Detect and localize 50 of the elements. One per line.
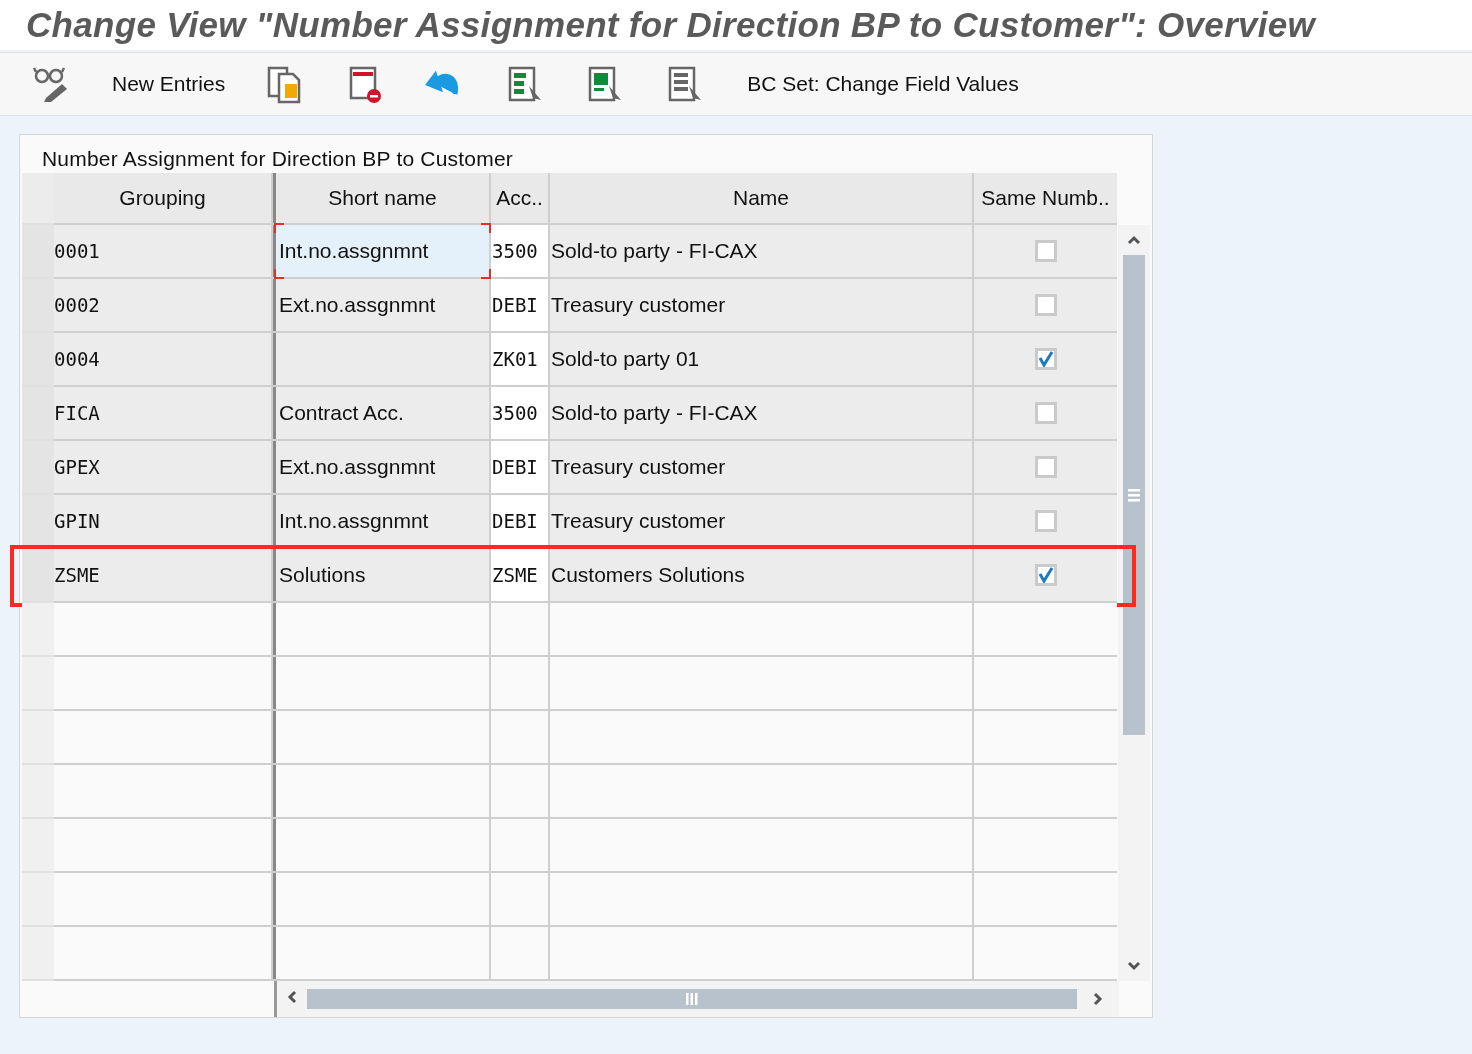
window-title: Change View "Number Assignment for Direction BP to Customer": Overview <box>26 5 1316 45</box>
column-header[interactable]: Short name <box>276 173 491 225</box>
table-cell[interactable]: Solutions <box>276 549 491 603</box>
table-cell: Treasury customer <box>550 441 974 495</box>
table-cell: Sold-to party - FI-CAX <box>550 387 974 441</box>
table-cell: 0002 <box>54 279 273 333</box>
checkbox[interactable] <box>1034 402 1057 424</box>
table-cell: GPEX <box>54 441 273 495</box>
grip-icon <box>1128 488 1140 502</box>
table-cell: 0004 <box>54 333 273 387</box>
checkbox[interactable] <box>1034 456 1057 478</box>
table-cell[interactable]: Int.no.assgnmnt <box>276 225 491 279</box>
table-cell[interactable]: 3500 <box>491 225 550 279</box>
column-header[interactable]: Grouping <box>54 173 273 225</box>
column-header[interactable]: Name <box>550 173 974 225</box>
scrollbar-thumb[interactable] <box>1123 255 1145 735</box>
table-cell: Sold-to party - FI-CAX <box>550 225 974 279</box>
header-corner <box>22 173 54 225</box>
checkbox[interactable] <box>1034 240 1057 262</box>
scrollbar-thumb[interactable] <box>307 989 1077 1009</box>
scroll-down-icon[interactable] <box>1127 959 1141 973</box>
scroll-up-icon[interactable] <box>1127 233 1141 247</box>
table-cell[interactable]: ZK01 <box>491 333 550 387</box>
table-cell[interactable]: Ext.no.assgnmnt <box>276 441 491 495</box>
column-header[interactable]: Same Numb.. <box>974 173 1117 225</box>
checkbox[interactable] <box>1034 348 1057 370</box>
table-cell[interactable] <box>276 333 491 387</box>
table-cell: Sold-to party 01 <box>550 333 974 387</box>
checkbox[interactable] <box>1034 294 1057 316</box>
scroll-left-icon[interactable] <box>285 990 299 1004</box>
table-cell[interactable]: ZSME <box>491 549 550 603</box>
table-cell[interactable]: DEBI <box>491 279 550 333</box>
table-cell: ZSME <box>54 549 273 603</box>
table-cell[interactable]: Ext.no.assgnmnt <box>276 279 491 333</box>
table-title: Number Assignment for Direction BP to Customer <box>42 147 513 171</box>
horizontal-scrollbar[interactable] <box>274 981 1119 1017</box>
bc-set-button[interactable]: BC Set: Change Field Values <box>739 66 1027 102</box>
column-header[interactable]: Acc.. <box>491 173 550 225</box>
table-cell: 0001 <box>54 225 273 279</box>
scroll-right-icon[interactable] <box>1091 992 1105 1006</box>
table-cell[interactable]: DEBI <box>491 441 550 495</box>
table-cell[interactable]: Contract Acc. <box>276 387 491 441</box>
checkbox[interactable] <box>1034 564 1057 586</box>
new-entries-button[interactable]: New Entries <box>104 66 234 102</box>
table-cell: Customers Solutions <box>550 549 974 603</box>
table-cell[interactable]: 3500 <box>491 387 550 441</box>
table-cell: FICA <box>54 387 273 441</box>
grip-icon <box>685 993 699 1005</box>
table-cell: Treasury customer <box>550 279 974 333</box>
checkbox[interactable] <box>1034 510 1057 532</box>
